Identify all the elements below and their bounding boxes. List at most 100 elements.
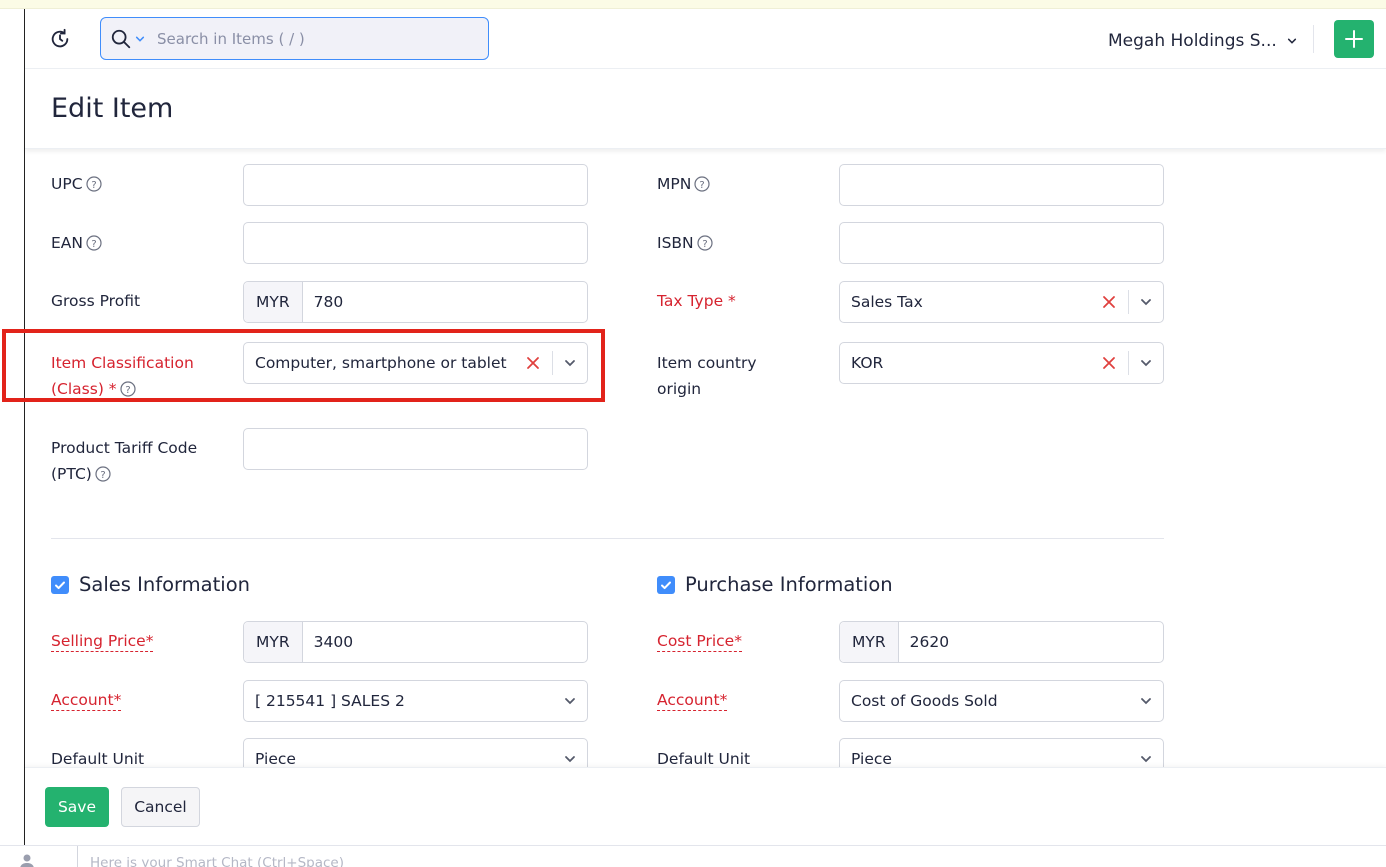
clear-icon[interactable] <box>526 356 540 370</box>
upc-label-text: UPC <box>51 175 83 193</box>
mpn-field[interactable] <box>839 164 1164 206</box>
help-icon[interactable]: ? <box>694 176 710 192</box>
ean-input[interactable] <box>244 223 587 263</box>
help-icon[interactable]: ? <box>697 235 713 251</box>
global-search[interactable] <box>100 17 489 60</box>
tax-type-value: Sales Tax <box>851 293 923 311</box>
ean-field[interactable] <box>243 222 588 264</box>
isbn-label: ISBN? <box>657 230 713 256</box>
help-icon[interactable]: ? <box>86 235 102 251</box>
search-icon[interactable] <box>110 28 132 50</box>
svg-text:?: ? <box>91 180 96 191</box>
help-icon[interactable]: ? <box>119 381 136 397</box>
country-origin-dropdown-toggle[interactable] <box>1129 343 1163 383</box>
tax-type-label: Tax Type * <box>657 292 736 310</box>
purchase-unit-dropdown-toggle[interactable] <box>1129 739 1163 767</box>
top-notice-strip <box>0 0 1386 9</box>
clear-icon[interactable] <box>1102 356 1116 370</box>
gross-profit-label: Gross Profit <box>51 292 141 310</box>
isbn-field[interactable] <box>839 222 1164 264</box>
svg-text:?: ? <box>125 385 130 396</box>
item-classification-label: Item Classification (Class) *? <box>51 350 194 402</box>
purchase-account-label-text: Account* <box>657 691 728 711</box>
smart-chat-input[interactable]: Here is your Smart Chat (Ctrl+Space) <box>90 855 344 867</box>
country-origin-select[interactable]: KOR <box>839 342 1164 384</box>
purchase-account-label: Account* <box>657 687 728 713</box>
sales-checkbox[interactable] <box>51 575 69 594</box>
mpn-input[interactable] <box>840 165 1163 205</box>
purchase-unit-value: Piece <box>851 750 892 767</box>
item-classification-value: Computer, smartphone or tablet <box>255 354 507 372</box>
ptc-field[interactable] <box>243 428 588 470</box>
item-classification-label-line1: Item Classification <box>51 354 194 372</box>
svg-text:?: ? <box>100 470 105 481</box>
sales-unit-dropdown-toggle[interactable] <box>553 739 587 767</box>
checkmark-icon <box>55 581 65 589</box>
tax-type-dropdown-toggle[interactable] <box>1129 282 1163 322</box>
selling-price-field[interactable]: MYR <box>243 621 588 663</box>
sales-account-dropdown-toggle[interactable] <box>553 681 587 721</box>
ptc-label: Product Tariff Code (PTC)? <box>51 435 197 487</box>
cost-price-label: Cost Price* <box>657 628 742 654</box>
section-divider <box>51 538 1164 539</box>
sales-heading-text: Sales Information <box>79 573 250 596</box>
form-footer: Save Cancel <box>25 767 1386 845</box>
smart-chat-bar[interactable]: Here is your Smart Chat (Ctrl+Space) <box>0 845 1386 867</box>
cost-price-input[interactable] <box>898 622 1163 662</box>
selling-price-label: Selling Price* <box>51 628 154 654</box>
user-icon <box>20 854 34 867</box>
sales-account-value: [ 215541 ] SALES 2 <box>255 692 405 710</box>
purchase-account-select[interactable]: Cost of Goods Sold <box>839 680 1164 722</box>
isbn-input[interactable] <box>840 223 1163 263</box>
selling-price-input[interactable] <box>302 622 587 662</box>
sales-unit-label: Default Unit <box>51 750 145 767</box>
purchase-unit-select[interactable]: Piece <box>839 738 1164 767</box>
svg-text:?: ? <box>702 239 707 250</box>
sales-section-heading: Sales Information <box>51 573 250 596</box>
clear-icon[interactable] <box>1102 295 1116 309</box>
search-input[interactable] <box>157 18 488 59</box>
chevron-down-icon <box>565 698 575 705</box>
checkmark-icon <box>661 581 671 589</box>
selling-price-label-text: Selling Price* <box>51 632 154 652</box>
page-title: Edit Item <box>51 93 174 124</box>
mpn-label-text: MPN <box>657 175 692 193</box>
upc-input[interactable] <box>244 165 587 205</box>
purchase-heading-text: Purchase Information <box>685 573 893 596</box>
chevron-down-icon <box>1287 38 1296 44</box>
sales-account-select[interactable]: [ 215541 ] SALES 2 <box>243 680 588 722</box>
cancel-button[interactable]: Cancel <box>121 787 200 827</box>
currency-prefix: MYR <box>244 622 303 662</box>
plus-icon <box>1345 30 1363 48</box>
purchase-checkbox[interactable] <box>657 575 675 594</box>
tax-type-select[interactable]: Sales Tax <box>839 281 1164 323</box>
cost-price-label-text: Cost Price* <box>657 632 742 652</box>
item-classification-dropdown-toggle[interactable] <box>553 343 587 383</box>
chevron-down-icon <box>565 360 575 367</box>
quick-create-button[interactable] <box>1334 20 1374 58</box>
ptc-label-line2-text: (PTC) <box>51 465 92 483</box>
help-icon[interactable]: ? <box>95 466 111 482</box>
chevron-down-icon[interactable] <box>135 34 145 44</box>
organization-switcher[interactable]: Megah Holdings S... <box>1108 31 1297 51</box>
recent-history-icon[interactable] <box>49 28 71 50</box>
sales-unit-value: Piece <box>255 750 296 767</box>
upc-field[interactable] <box>243 164 588 206</box>
save-button[interactable]: Save <box>45 787 109 827</box>
page-title-bar: Edit Item <box>25 69 1386 149</box>
chevron-down-icon <box>1141 698 1151 705</box>
purchase-account-dropdown-toggle[interactable] <box>1129 681 1163 721</box>
chat-divider <box>77 846 78 867</box>
item-classification-select[interactable]: Computer, smartphone or tablet <box>243 342 588 384</box>
currency-prefix: MYR <box>840 622 899 662</box>
purchase-account-value: Cost of Goods Sold <box>851 692 998 710</box>
country-origin-label-line2: origin <box>657 380 702 398</box>
upc-label: UPC? <box>51 171 102 197</box>
mpn-label: MPN? <box>657 171 710 197</box>
ptc-input[interactable] <box>244 429 587 469</box>
cost-price-field[interactable]: MYR <box>839 621 1164 663</box>
gross-profit-input[interactable] <box>302 282 587 322</box>
help-icon[interactable]: ? <box>85 176 102 192</box>
sales-unit-select[interactable]: Piece <box>243 738 588 767</box>
gross-profit-field[interactable]: MYR <box>243 281 588 323</box>
